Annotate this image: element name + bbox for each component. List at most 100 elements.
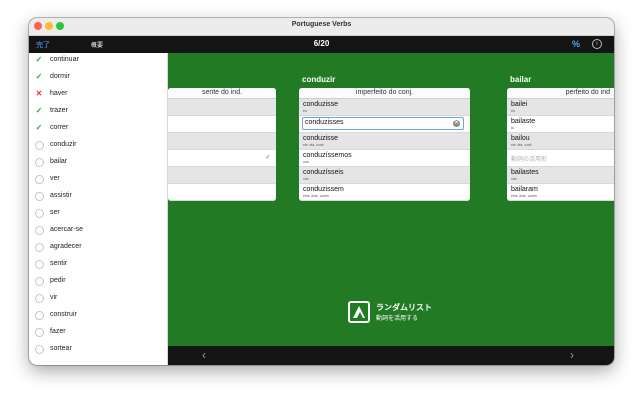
pronoun-label: eles, elas, vocês (511, 194, 537, 198)
sidebar-item-continuar[interactable]: ✓ continuar (29, 53, 167, 70)
sidebar-item-dormir[interactable]: ✓ dormir (29, 70, 167, 87)
cross-icon: ✕ (35, 89, 43, 98)
circle-icon (35, 345, 44, 354)
table-row: conduzisses ✕ (299, 116, 470, 133)
sidebar-item-label: pedir (50, 277, 66, 284)
sidebar-item-fazer[interactable]: fazer (29, 325, 167, 342)
sidebar-item-label: continuar (50, 56, 79, 63)
table-row: bailastes vós (507, 167, 614, 184)
bottom-navigation-bar: ‹ › (168, 346, 614, 365)
circle-icon (35, 243, 44, 252)
sidebar-item-label: correr (50, 124, 69, 131)
sidebar-item-sortear[interactable]: sortear (29, 342, 167, 359)
card-tense-label: imperfeito do conj. (299, 88, 470, 99)
sidebar-item-construir[interactable]: construir (29, 308, 167, 325)
pronoun-label: ele, ela, você (303, 143, 324, 147)
circle-icon (35, 158, 44, 167)
sidebar-item-acercar-se[interactable]: acercar-se (29, 223, 167, 240)
table-row (168, 99, 276, 116)
table-row (168, 133, 276, 150)
sidebar-item-label: trazer (50, 107, 68, 114)
table-row (168, 167, 276, 184)
conjugation-form: conduzissem (303, 186, 344, 193)
conjugation-form: bailaram (511, 186, 538, 193)
card-tense-label: perfeito do ind (507, 88, 614, 99)
table-row: bailou ele, ela, você (507, 133, 614, 150)
circle-icon (35, 277, 44, 286)
sidebar-item-ver[interactable]: ver (29, 172, 167, 189)
info-icon[interactable]: i (592, 39, 602, 49)
sidebar-item-agradecer[interactable]: agradecer (29, 240, 167, 257)
current-verb-card: imperfeito do conj. conduzisse eu conduz… (299, 88, 470, 201)
random-list-title[interactable]: ランダムリスト (376, 302, 432, 313)
answer-placeholder: 動詞の活用形 (511, 157, 548, 163)
sidebar-item-conduzir[interactable]: conduzir (29, 138, 167, 155)
next-arrow-icon[interactable]: › (570, 348, 574, 362)
sidebar-item-label: fazer (50, 328, 66, 335)
sidebar-item-label: vir (50, 294, 58, 301)
check-icon: ✓ (35, 123, 43, 132)
random-list-subtitle: 動詞を活用する (376, 316, 419, 322)
table-row: ✓ (168, 150, 276, 167)
sidebar-item-ser[interactable]: ser (29, 206, 167, 223)
title-bar: Portuguese Verbs (29, 18, 614, 36)
circle-icon (35, 226, 44, 235)
sidebar-item-sentir[interactable]: sentir (29, 257, 167, 274)
circle-icon (35, 260, 44, 269)
sidebar-item-haver[interactable]: ✕ haver (29, 87, 167, 104)
random-list-icon[interactable] (348, 301, 370, 323)
sidebar-item-pedir[interactable]: pedir (29, 274, 167, 291)
table-row[interactable]: 動詞の活用形 (507, 150, 614, 167)
table-row: conduzíssemos nós (299, 150, 470, 167)
table-row: bailaram eles, elas, vocês (507, 184, 614, 201)
sidebar-item-assistir[interactable]: assistir (29, 189, 167, 206)
table-row: conduzisse ele, ela, você (299, 133, 470, 150)
card-tense-label: sente do ind. (168, 88, 276, 99)
clear-icon[interactable]: ✕ (453, 120, 460, 127)
mountain-icon (353, 306, 365, 318)
sidebar-item-trazer[interactable]: ✓ trazer (29, 104, 167, 121)
table-row (168, 116, 276, 133)
app-window: Portuguese Verbs 完了 概要 6/20 % i ✓ contin… (29, 18, 614, 365)
verb-title: conduzir (302, 75, 336, 84)
sidebar-item-label: ver (50, 175, 60, 182)
previous-verb-card: sente do ind. ✓ (168, 88, 276, 201)
sidebar-item-label: assistir (50, 192, 72, 199)
pronoun-label: eu (303, 109, 307, 113)
pronoun-label: vós (303, 177, 309, 181)
pronoun-label: ele, ela, você (511, 143, 532, 147)
circle-icon (35, 209, 44, 218)
percent-button[interactable]: % (572, 39, 580, 49)
pronoun-label: eu (511, 109, 515, 113)
sidebar-item-label: agradecer (50, 243, 82, 250)
sidebar-item-label: haver (50, 90, 68, 97)
sidebar-item-label: construir (50, 311, 77, 318)
answer-input[interactable]: conduzisses ✕ (302, 117, 464, 130)
pronoun-label: tu (511, 126, 514, 130)
sidebar-item-label: sortear (50, 345, 72, 352)
table-row: conduzisse eu (299, 99, 470, 116)
progress-counter: 6/20 (313, 39, 330, 48)
circle-icon (35, 294, 44, 303)
check-icon: ✓ (35, 55, 43, 64)
table-row: conduzísseis vós (299, 167, 470, 184)
pronoun-label: eles, elas, vocês (303, 194, 329, 198)
pronoun-label: nós (303, 160, 309, 164)
verb-title: bailar (510, 75, 532, 84)
sidebar-item-vir[interactable]: vir (29, 291, 167, 308)
sidebar-item-label: conduzir (50, 141, 77, 148)
next-verb-card: perfeito do ind bailei eu bailaste tu ba… (507, 88, 614, 201)
previous-arrow-icon[interactable]: ‹ (202, 348, 206, 362)
sidebar-item-label: bailar (50, 158, 68, 165)
conjugation-form: conduzísseis (303, 169, 344, 176)
circle-icon (35, 141, 44, 150)
conjugation-form: conduzíssemos (303, 152, 352, 159)
conjugation-form: conduzisse (303, 135, 339, 142)
circle-icon (35, 328, 44, 337)
circle-icon (35, 192, 44, 201)
table-row: bailaste tu (507, 116, 614, 133)
sidebar-item-correr[interactable]: ✓ correr (29, 121, 167, 138)
pronoun-label: vós (511, 177, 517, 181)
sidebar-item-bailar[interactable]: bailar (29, 155, 167, 172)
sidebar-item-label: ser (50, 209, 60, 216)
